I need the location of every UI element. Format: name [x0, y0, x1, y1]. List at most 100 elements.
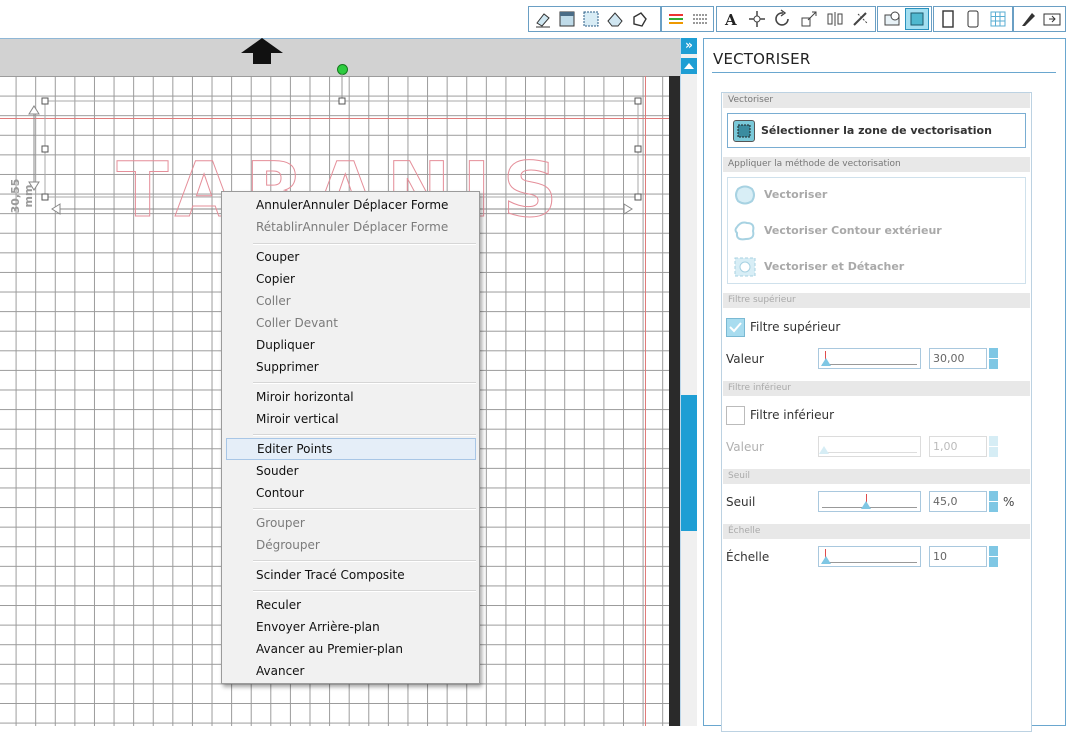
svg-text:A: A	[724, 11, 737, 29]
toolbar-group-cut	[1013, 6, 1066, 32]
scale-icon[interactable]	[798, 9, 820, 29]
threshold-slider[interactable]	[818, 491, 921, 512]
page-alt-icon[interactable]	[962, 9, 984, 29]
method-trace-outer-edge[interactable]: Vectoriser Contour extérieur	[733, 219, 1023, 243]
low-filter-value-label: Valeur	[726, 440, 764, 454]
knife-icon[interactable]	[1017, 9, 1039, 29]
line-style-icon[interactable]	[689, 9, 711, 29]
toolbar-group-transform: A	[716, 6, 876, 32]
high-filter-label: Filtre supérieur	[750, 320, 841, 334]
low-filter-value-input[interactable]: 1,00	[929, 436, 987, 457]
menu-item-mirror-vertical[interactable]: Miroir vertical	[226, 408, 476, 430]
method-trace-detach-label: Vectoriser et Détacher	[764, 260, 905, 273]
replicate-icon[interactable]	[850, 9, 872, 29]
method-trace[interactable]: Vectoriser	[733, 183, 1023, 207]
menu-item-send-backward[interactable]: Reculer	[226, 594, 476, 616]
line-color-icon[interactable]	[665, 9, 687, 29]
shape-fill-icon[interactable]	[604, 9, 626, 29]
menu-item-release-compound-path[interactable]: Scinder Tracé Composite	[226, 564, 476, 586]
polygon-icon[interactable]	[628, 9, 650, 29]
menu-item-send-to-back[interactable]: Envoyer Arrière-plan	[226, 616, 476, 638]
menu-item-undo[interactable]: AnnulerAnnuler Déplacer Forme	[226, 194, 476, 216]
eraser-icon[interactable]	[532, 9, 554, 29]
trace-window-icon[interactable]	[881, 9, 903, 29]
trace-methods-box: Vectoriser Vectoriser Contour extérieur …	[727, 177, 1026, 284]
section-header-threshold: Seuil	[723, 469, 1030, 484]
fill-icon[interactable]	[556, 9, 578, 29]
section-header-low-filter: Filtre inférieur	[723, 381, 1030, 396]
trace-area-icon	[733, 120, 755, 142]
menu-separator	[253, 590, 476, 592]
menu-item-duplicate[interactable]: Dupliquer	[226, 334, 476, 356]
menu-item-bring-to-front[interactable]: Avancer au Premier-plan	[226, 638, 476, 660]
trace-active-icon[interactable]	[905, 8, 929, 30]
trace-panel: VECTORISER Vectoriser Sélectionner la zo…	[703, 38, 1066, 732]
text-icon[interactable]: A	[720, 9, 742, 29]
trace-outer-edge-icon	[734, 221, 755, 241]
scale-stepper[interactable]	[989, 546, 998, 567]
high-filter-checkbox[interactable]	[726, 318, 745, 337]
menu-item-ungroup[interactable]: Dégrouper	[226, 534, 476, 556]
menu-item-paste[interactable]: Coller	[226, 290, 476, 312]
panel-title-divider	[712, 72, 1056, 73]
panel-scrollbar[interactable]: »	[680, 38, 697, 726]
scrollbar-thumb[interactable]	[681, 395, 697, 531]
toolbar-group-fill	[528, 6, 661, 32]
menu-separator	[253, 434, 476, 436]
send-icon[interactable]	[1041, 9, 1063, 29]
low-filter-slider[interactable]	[818, 436, 921, 457]
threshold-unit: %	[1003, 495, 1015, 509]
scale-value-input[interactable]: 10	[929, 546, 987, 567]
menu-separator	[253, 508, 476, 510]
menu-item-offset[interactable]: Contour	[226, 482, 476, 504]
section-header-high-filter: Filtre supérieur	[723, 293, 1030, 308]
rotate-icon[interactable]	[772, 9, 794, 29]
pattern-icon[interactable]	[580, 9, 602, 29]
threshold-stepper[interactable]	[989, 491, 998, 512]
top-toolbar: A	[0, 0, 1072, 38]
grid-icon[interactable]	[987, 9, 1009, 29]
scroll-up-arrow-icon[interactable]	[681, 58, 697, 74]
menu-item-cut[interactable]: Couper	[226, 246, 476, 268]
select-trace-area-label: Sélectionner la zone de vectorisation	[761, 124, 992, 137]
high-filter-value-label: Valeur	[726, 352, 764, 366]
menu-item-mirror-horizontal[interactable]: Miroir horizontal	[226, 386, 476, 408]
select-trace-area-button[interactable]: Sélectionner la zone de vectorisation	[727, 113, 1026, 148]
high-filter-stepper[interactable]	[989, 348, 998, 369]
move-icon[interactable]	[746, 9, 768, 29]
method-trace-detach[interactable]: Vectoriser et Détacher	[733, 255, 1023, 279]
menu-item-group[interactable]: Grouper	[226, 512, 476, 534]
height-dimension-label: 30,55 mm	[9, 178, 35, 214]
align-icon[interactable]	[824, 9, 846, 29]
menu-separator	[253, 382, 476, 384]
check-icon	[729, 322, 742, 333]
page-icon[interactable]	[937, 9, 959, 29]
toolbar-group-page	[933, 6, 1013, 32]
collapse-panel-button[interactable]: »	[681, 38, 697, 54]
low-filter-checkbox[interactable]	[726, 406, 745, 425]
high-filter-value-input[interactable]: 30,00	[929, 348, 987, 369]
low-filter-label: Filtre inférieur	[750, 408, 835, 422]
method-trace-label: Vectoriser	[764, 188, 828, 201]
menu-item-redo[interactable]: RétablirAnnuler Déplacer Forme	[226, 216, 476, 238]
low-filter-stepper[interactable]	[989, 436, 998, 457]
menu-item-delete[interactable]: Supprimer	[226, 356, 476, 378]
menu-item-copy[interactable]: Copier	[226, 268, 476, 290]
scale-slider[interactable]	[818, 546, 921, 567]
toolbar-group-trace	[877, 6, 932, 32]
menu-item-paste-front[interactable]: Coller Devant	[226, 312, 476, 334]
menu-item-edit-points[interactable]: Editer Points	[226, 438, 476, 460]
trace-settings-box: Vectoriser Sélectionner la zone de vecto…	[721, 92, 1032, 732]
menu-item-weld[interactable]: Souder	[226, 460, 476, 482]
high-filter-slider[interactable]	[818, 348, 921, 369]
panel-title: VECTORISER	[713, 50, 811, 68]
menu-item-bring-forward[interactable]: Avancer	[226, 660, 476, 682]
threshold-label: Seuil	[726, 495, 756, 509]
section-header-method: Appliquer la méthode de vectorisation	[723, 157, 1030, 172]
context-menu: AnnulerAnnuler Déplacer Forme RétablirAn…	[221, 191, 480, 684]
menu-separator	[253, 243, 476, 245]
section-header-trace: Vectoriser	[723, 93, 1030, 108]
method-trace-outer-edge-label: Vectoriser Contour extérieur	[764, 224, 942, 237]
threshold-value-input[interactable]: 45,0	[929, 491, 987, 512]
page-edge-shadow	[669, 76, 680, 726]
